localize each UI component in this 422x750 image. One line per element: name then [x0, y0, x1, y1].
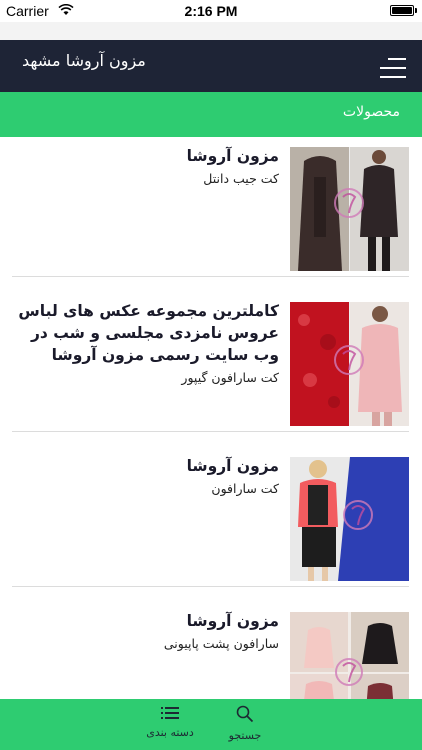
- search-icon: [236, 705, 254, 723]
- hamburger-menu-icon[interactable]: [380, 56, 406, 80]
- status-time: 2:16 PM: [184, 3, 238, 19]
- product-subtitle: کت جیب دانتل: [203, 171, 279, 186]
- tab-categories[interactable]: دسته بندی: [135, 705, 205, 739]
- product-item[interactable]: مزون آروشا سارافون پشت پاپیونی: [12, 602, 409, 699]
- status-bar: Carrier 2:16 PM: [0, 0, 422, 22]
- product-text: مزون آروشا سارافون پشت پاپیونی: [12, 610, 279, 654]
- tab-search[interactable]: جستجو: [210, 705, 280, 742]
- section-title: محصولات: [342, 104, 400, 120]
- divider: [12, 431, 409, 432]
- product-item[interactable]: کاملترین مجموعه عکس های لباس عروس نامزدی…: [12, 292, 409, 432]
- product-list: مزون آروشا کت جیب دانتل کاملترین مجموعه …: [0, 137, 422, 699]
- product-image: [290, 612, 409, 699]
- tab-categories-label: دسته بندی: [146, 726, 194, 739]
- product-text: مزون آروشا کت سارافون: [12, 455, 279, 499]
- battery-icon: [390, 5, 414, 16]
- product-text: مزون آروشا کت جیب دانتل: [12, 145, 279, 189]
- product-text: کاملترین مجموعه عکس های لباس عروس نامزدی…: [12, 300, 279, 388]
- battery-tip: [415, 8, 417, 13]
- product-item[interactable]: مزون آروشا کت جیب دانتل: [12, 137, 409, 277]
- list-icon: [161, 707, 179, 719]
- product-image: [290, 147, 409, 271]
- section-header: محصولات: [0, 92, 422, 137]
- tab-search-label: جستجو: [228, 729, 262, 742]
- nav-bar: مزون آروشا مشهد: [0, 40, 422, 92]
- header-spacer: [0, 22, 422, 40]
- divider: [12, 586, 409, 587]
- product-image: [290, 457, 409, 581]
- product-title: مزون آروشا: [186, 457, 279, 475]
- product-subtitle: سارافون پشت پاپیونی: [163, 636, 279, 651]
- product-title: کاملترین مجموعه عکس های لباس عروس نامزدی…: [18, 302, 279, 364]
- product-item[interactable]: مزون آروشا کت سارافون: [12, 447, 409, 587]
- product-subtitle: کت سارافون گیپور: [181, 370, 279, 385]
- product-image: [290, 302, 409, 426]
- product-title: مزون آروشا: [186, 147, 279, 165]
- product-title: مزون آروشا: [186, 612, 279, 630]
- divider: [12, 276, 409, 277]
- product-subtitle: کت سارافون: [211, 481, 279, 496]
- app-title: مزون آروشا مشهد: [22, 51, 146, 70]
- bottom-tab-bar: دسته بندی جستجو: [0, 699, 422, 750]
